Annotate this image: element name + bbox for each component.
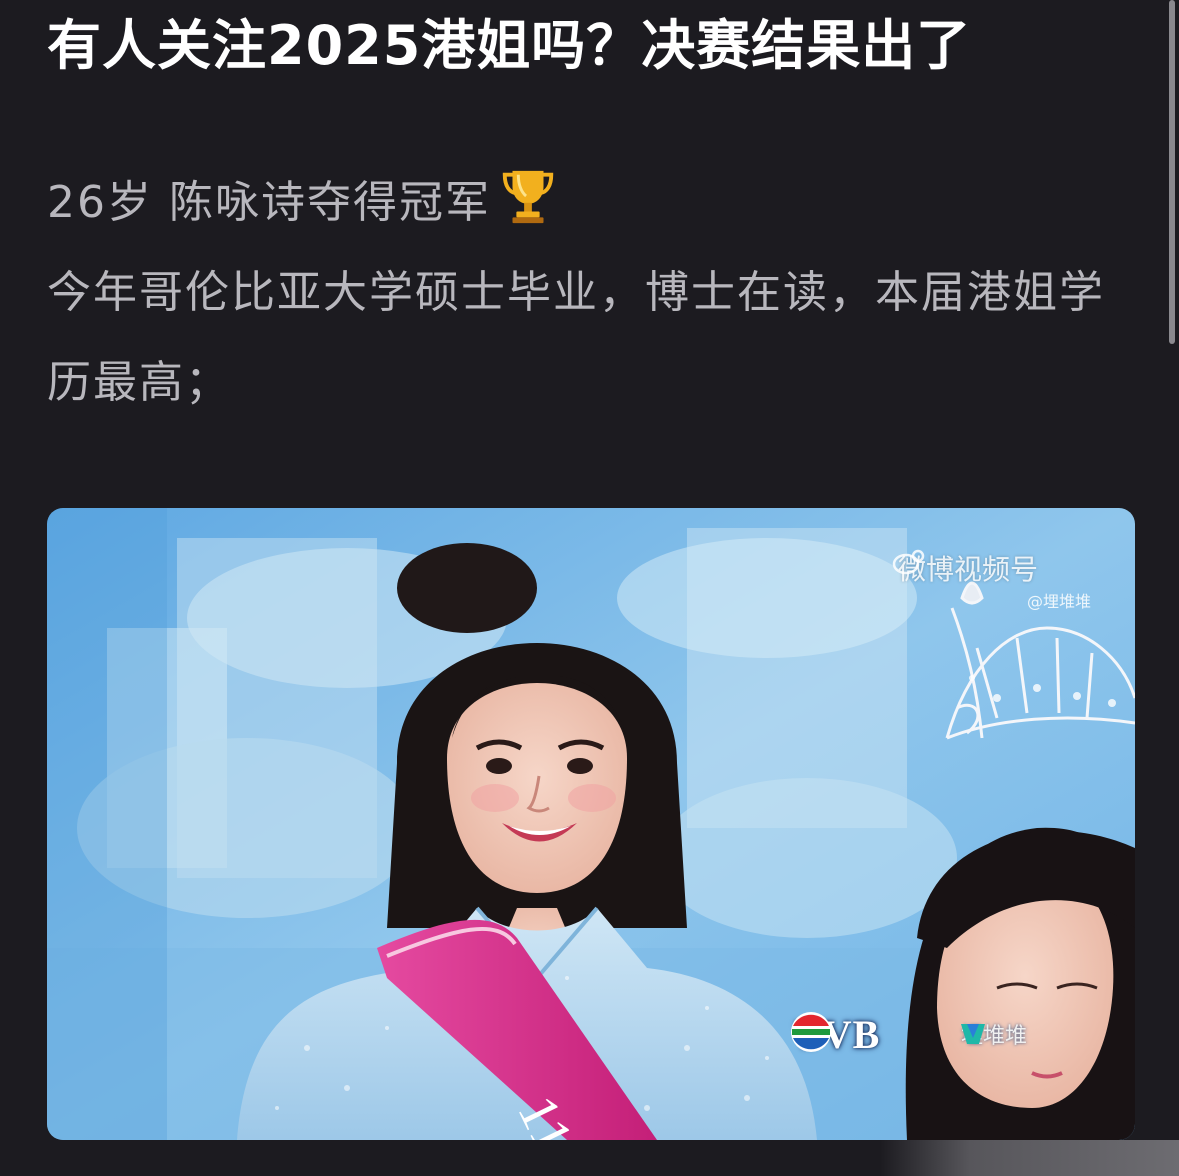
tvb-logo: TVB [789,1010,880,1058]
post-body: 26岁 陈咏诗夺得冠军 今年哥伦比亚大学硕士毕业，博士在读，本届港姐学历最高； [47,158,1137,428]
app-logo-icon [961,1024,985,1044]
watermark-handle: @埋堆堆 [1027,592,1092,611]
post-title: 有人关注2025港姐吗？决赛结果出了 [47,14,972,77]
app-mark: 埋堆堆 [957,1018,1027,1050]
post-paragraph-1-text: 26岁 陈咏诗夺得冠军 [47,177,491,228]
scrollbar-thumb[interactable] [1169,0,1175,344]
post-video-card[interactable]: 110 微博视频号 @埋堆堆 TVB 埋堆堆 [47,508,1135,1140]
post-paragraph-2: 今年哥伦比亚大学硕士毕业，博士在读，本届港姐学历最高； [47,267,1105,408]
watermark-weibo-video: 微博视频号 [892,548,1038,588]
post-detail-page: 有人关注2025港姐吗？决赛结果出了 26岁 陈咏诗夺得冠军 今年哥伦比亚大学硕… [0,0,1179,1176]
page-scrollbar[interactable] [1165,0,1179,1176]
post-paragraph-1: 26岁 陈咏诗夺得冠军 [47,158,1137,248]
bottom-fade-strip [880,1140,1179,1176]
trophy-icon [502,170,554,224]
weibo-video-icon [892,549,925,575]
tvb-ball-icon [791,1012,831,1052]
